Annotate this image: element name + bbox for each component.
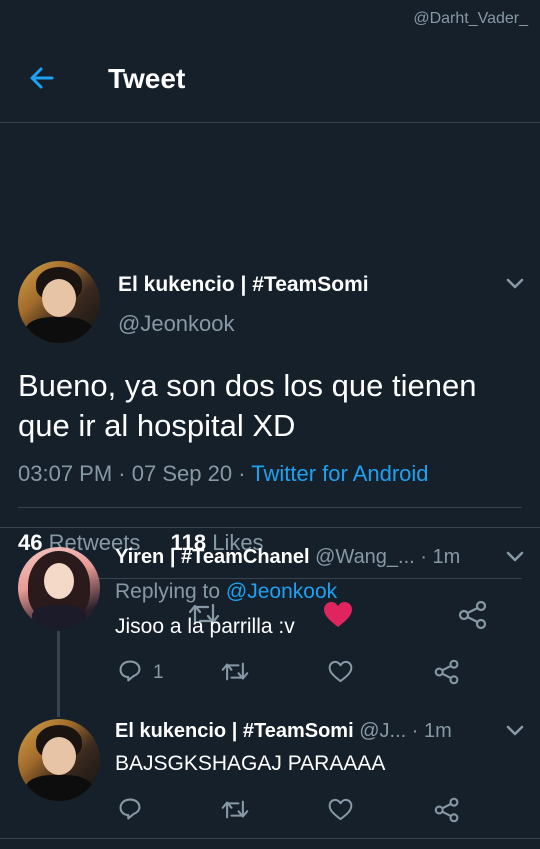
chevron-down-icon[interactable] xyxy=(506,725,524,737)
chevron-down-icon[interactable] xyxy=(506,278,524,290)
avatar[interactable] xyxy=(18,547,100,629)
reply-author-name[interactable]: Yiren | #TeamChanel xyxy=(115,546,310,568)
reply-author[interactable]: Yiren | #TeamChanel @Wang_... · 1m xyxy=(115,546,460,569)
chevron-down-icon[interactable] xyxy=(506,551,524,563)
retweet-icon[interactable] xyxy=(221,660,249,683)
avatar[interactable] xyxy=(18,719,100,801)
reply-time: 1m xyxy=(432,546,461,568)
reply-text: Jisoo a la parrilla :v xyxy=(115,615,295,638)
divider xyxy=(0,527,540,528)
reply-author[interactable]: El kukencio | #TeamSomi @J... · 1m xyxy=(115,720,452,743)
avatar[interactable] xyxy=(18,261,100,343)
replying-prefix: Replying to xyxy=(115,580,221,603)
back-arrow-icon[interactable] xyxy=(28,64,56,92)
reply-time: 1m xyxy=(423,720,452,742)
replying-mention-link[interactable]: @Jeonkook xyxy=(226,580,337,603)
tweet-date: 07 Sep 20 xyxy=(131,461,233,486)
tweet-source-link[interactable]: Twitter for Android xyxy=(251,461,428,486)
share-icon[interactable] xyxy=(434,797,460,823)
reply-text: BAJSGKSHAGAJ PARAAAA xyxy=(115,752,386,775)
share-icon[interactable] xyxy=(434,659,460,685)
heart-icon[interactable] xyxy=(328,660,353,683)
page-title: Tweet xyxy=(108,63,186,94)
status-bar: @Darht_Vader_ xyxy=(0,0,540,38)
author-handle[interactable]: @Jeonkook xyxy=(118,311,235,337)
top-bar: Tweet xyxy=(0,38,540,123)
replying-to: Replying to @Jeonkook xyxy=(115,580,337,604)
share-icon[interactable] xyxy=(458,600,488,630)
reply-count: 1 xyxy=(153,662,164,683)
reply-icon[interactable] xyxy=(118,797,142,821)
retweet-icon[interactable] xyxy=(221,798,249,821)
divider xyxy=(18,507,522,508)
reply-author-name[interactable]: El kukencio | #TeamSomi xyxy=(115,720,354,742)
watermark: @Darht_Vader_ xyxy=(413,10,528,27)
reply-icon[interactable] xyxy=(118,659,142,683)
divider xyxy=(0,838,540,839)
author-name[interactable]: El kukencio | #TeamSomi xyxy=(118,273,369,297)
reply-author-handle[interactable]: @Wang_... xyxy=(315,546,415,568)
tweet-time: 03:07 PM xyxy=(18,461,113,486)
reply-author-handle[interactable]: @J... xyxy=(359,720,406,742)
heart-liked-icon[interactable] xyxy=(323,601,353,628)
tweet-text: Bueno, ya son dos los que tienen que ir … xyxy=(18,368,477,443)
thread-line xyxy=(57,631,60,717)
heart-icon[interactable] xyxy=(328,798,353,821)
tweet-meta: 03:07 PM · 07 Sep 20 · Twitter for Andro… xyxy=(18,461,429,486)
